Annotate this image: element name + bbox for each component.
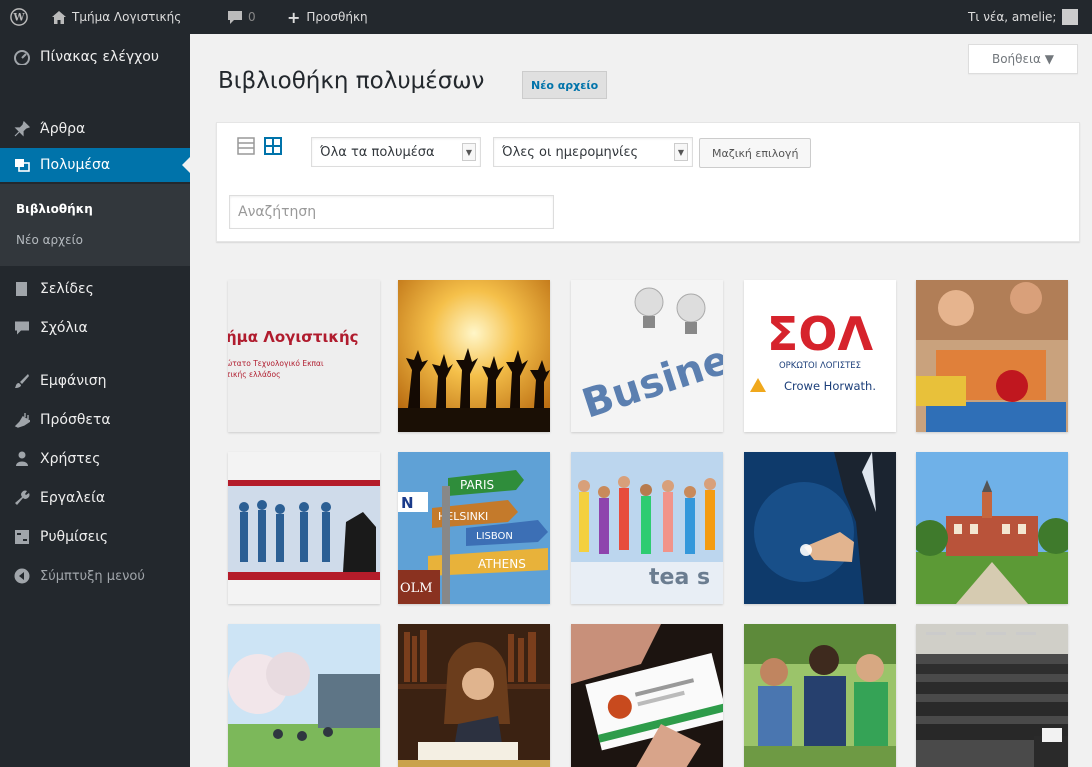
businessman-touchscreen-image <box>744 452 896 604</box>
media-item-city-signs[interactable]: N PARIS HELSINKI LISBON ATHENS OLM <box>398 452 550 604</box>
media-item-campus-building[interactable] <box>916 452 1068 604</box>
menu-settings[interactable]: Ρυθμίσεις <box>0 520 190 554</box>
media-icon <box>12 155 32 175</box>
grid-view-icon <box>264 137 282 159</box>
media-item-team-jump[interactable]: tea s <box>571 452 723 604</box>
pin-icon <box>12 119 32 139</box>
menu-collapse[interactable]: Σύμπτυξη μενού <box>0 559 190 593</box>
page-title: Βιβλιοθήκη πολυμέσων <box>218 68 485 94</box>
appearance-icon <box>12 371 32 391</box>
sign-athens-text: ATHENS <box>478 557 526 571</box>
sol-subtitle-text: ΟΡΚΩΤΟΙ ΛΟΓΙΣΤΕΣ <box>779 361 861 371</box>
dropdown-arrow-icon: ▼ <box>462 143 476 161</box>
bulk-select-button[interactable]: Μαζική επιλογή <box>699 138 812 168</box>
date-filter[interactable]: Όλες οι ημερομηνίες ▼ <box>493 137 693 167</box>
department-logo-image: ήμα Λογιστικής ώτατο Τεχνολογικό Εκπαι τ… <box>228 280 380 432</box>
comments-icon <box>12 318 32 338</box>
menu-tools[interactable]: Εργαλεία <box>0 481 190 515</box>
greeting: Τι νέα, amelie; <box>968 10 1057 24</box>
sol-crowe-logo-image: ΣΟΛ ΟΡΚΩΤΟΙ ΛΟΓΙΣΤΕΣ Crowe Horwath. <box>744 280 896 432</box>
admin-menu: Πίνακας ελέγχου Άρθρα Πολυμέσα Βιβλιοθήκ… <box>0 34 190 767</box>
team-jumping-image: tea s <box>571 452 723 604</box>
new-content-link[interactable]: + Προσθήκη <box>287 0 368 34</box>
media-item-business-bulbs[interactable]: Business <box>571 280 723 432</box>
media-type-filter[interactable]: Όλα τα πολυμέσα ▼ <box>311 137 481 167</box>
campus-cherry-trees-image <box>228 624 380 767</box>
new-content-label: Προσθήκη <box>306 10 368 24</box>
comments-link[interactable]: 0 <box>228 0 256 34</box>
sign-olm-text: OLM <box>400 581 433 596</box>
menu-comments[interactable]: Σχόλια <box>0 311 190 345</box>
add-new-button[interactable]: Νέο αρχείο <box>522 71 608 99</box>
submenu-library[interactable]: Βιβλιοθήκη <box>16 202 93 216</box>
menu-appearance[interactable]: Εμφάνιση <box>0 364 190 398</box>
help-tab[interactable]: Βοήθεια ▼ <box>968 44 1078 74</box>
site-home-link[interactable]: Τμήμα Λογιστικής <box>52 0 181 34</box>
city-signposts-image: N PARIS HELSINKI LISBON ATHENS OLM <box>398 452 550 604</box>
media-item-business-people[interactable] <box>228 452 380 604</box>
plugins-icon <box>12 410 32 430</box>
media-item-sol-logo[interactable]: ΣΟΛ ΟΡΚΩΤΟΙ ΛΟΓΙΣΤΕΣ Crowe Horwath. <box>744 280 896 432</box>
media-submenu: Βιβλιοθήκη Νέο αρχείο <box>0 184 190 266</box>
admin-bar: W Τμήμα Λογιστικής 0 + Προσθήκη Τι νέα, … <box>0 0 1092 34</box>
media-toolbar: Όλα τα πολυμέσα ▼ Όλες οι ημερομηνίες ▼ … <box>216 122 1080 242</box>
svg-text:W: W <box>12 13 25 24</box>
media-item-kids-food[interactable] <box>916 280 1068 432</box>
logo-text-line1: ήμα Λογιστικής <box>228 328 359 346</box>
plus-icon: + <box>287 7 301 27</box>
media-item-logo[interactable]: ήμα Λογιστικής ώτατο Τεχνολογικό Εκπαι τ… <box>228 280 380 432</box>
jumping-silhouettes-image <box>398 280 550 432</box>
media-item-campus-trees[interactable] <box>228 624 380 767</box>
student-card-image <box>571 624 723 767</box>
team-text: tea s <box>649 565 710 590</box>
my-account[interactable]: Τι νέα, amelie; <box>968 0 1079 34</box>
media-item-students-group[interactable] <box>744 624 896 767</box>
site-name: Τμήμα Λογιστικής <box>72 10 182 24</box>
library-reading-image <box>398 624 550 767</box>
list-view-button[interactable] <box>235 137 257 159</box>
avatar <box>1062 9 1079 25</box>
dropdown-arrow-icon: ▼ <box>674 143 688 161</box>
sign-paris-text: PARIS <box>460 478 494 492</box>
tools-icon <box>12 488 32 508</box>
submenu-add-new[interactable]: Νέο αρχείο <box>16 233 83 247</box>
menu-pages[interactable]: Σελίδες <box>0 272 190 306</box>
sign-n-text: N <box>401 494 414 512</box>
business-lightbulbs-image: Business <box>571 280 723 432</box>
search-input[interactable] <box>229 195 554 229</box>
business-people-image <box>228 452 380 604</box>
media-item-library-reading[interactable] <box>398 624 550 767</box>
collapse-icon <box>12 566 32 586</box>
sol-brand-text: ΣΟΛ <box>767 307 874 361</box>
media-item-businessman-touch[interactable] <box>744 452 896 604</box>
logo-text-line3: τικής ελλάδος <box>228 370 280 379</box>
menu-users[interactable]: Χρήστες <box>0 442 190 476</box>
media-item-lecture-hall[interactable] <box>916 624 1068 767</box>
media-item-jumping-silhouettes[interactable] <box>398 280 550 432</box>
crowe-horwath-text: Crowe Horwath. <box>784 379 876 393</box>
menu-dashboard[interactable]: Πίνακας ελέγχου <box>0 40 190 74</box>
comments-count: 0 <box>248 10 256 24</box>
pages-icon <box>12 279 32 299</box>
media-item-student-card[interactable] <box>571 624 723 767</box>
list-view-icon <box>237 137 255 159</box>
students-group-image <box>744 624 896 767</box>
menu-posts[interactable]: Άρθρα <box>0 112 190 146</box>
kids-lunch-image <box>916 280 1068 432</box>
wordpress-logo-icon[interactable]: W <box>10 0 28 34</box>
settings-icon <box>12 527 32 547</box>
dashboard-icon <box>12 47 32 67</box>
campus-building-image <box>916 452 1068 604</box>
sign-lisbon-text: LISBON <box>476 531 513 542</box>
users-icon <box>12 449 32 469</box>
menu-plugins[interactable]: Πρόσθετα <box>0 403 190 437</box>
lecture-hall-image <box>916 624 1068 767</box>
home-icon <box>52 10 66 24</box>
menu-media[interactable]: Πολυμέσα <box>0 148 190 182</box>
logo-text-line2: ώτατο Τεχνολογικό Εκπαι <box>228 359 324 368</box>
comment-bubble-icon <box>228 10 242 24</box>
grid-view-button[interactable] <box>262 137 284 159</box>
